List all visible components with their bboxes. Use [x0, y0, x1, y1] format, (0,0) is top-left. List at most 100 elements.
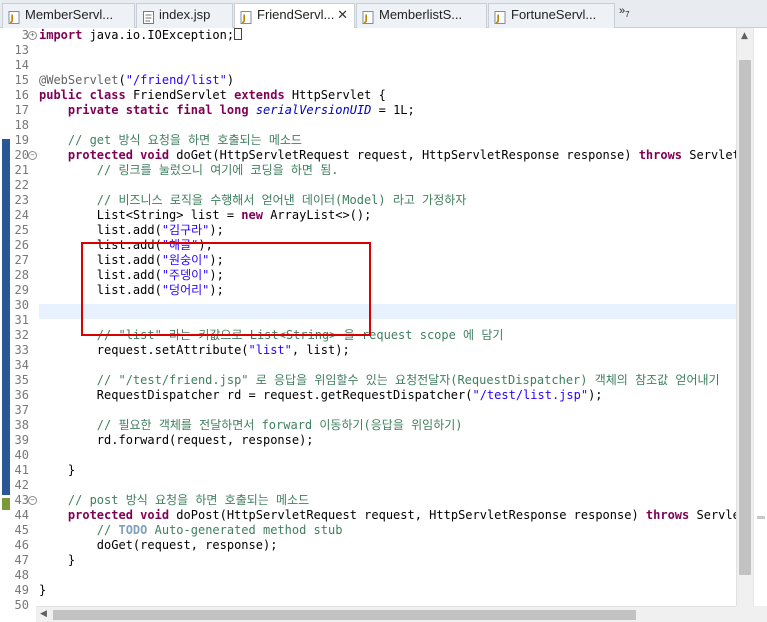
code-line[interactable]: import java.io.IOException;	[39, 28, 243, 43]
line-number: 37	[14, 403, 29, 417]
line-number: 49	[14, 583, 29, 597]
folded-imports-icon[interactable]	[234, 28, 243, 40]
line-number: 50	[14, 598, 29, 612]
code-editor[interactable]: 3 13 14 15 16 17 18 19 20 21 22 23 24 25 26 27 28 29 30 31 3…	[0, 28, 767, 622]
java-file-icon: J	[362, 9, 375, 24]
code-line[interactable]: // post 방식 요청을 하면 호출되는 메소드	[39, 493, 309, 508]
scrollbar-corner	[736, 606, 767, 622]
line-number: 48	[14, 568, 29, 582]
quick-diff-ruler	[0, 28, 11, 606]
line-number: 38	[14, 418, 29, 432]
code-line[interactable]: // 필요한 객체를 전달하면서 forward 이동하기(응답을 위임하기)	[39, 418, 463, 433]
tab-label: MemberServl...	[25, 7, 114, 22]
svg-text:J: J	[10, 14, 14, 24]
hidden-tab-count: 7	[625, 10, 630, 20]
line-number: 23	[14, 193, 29, 207]
line-number: 33	[14, 343, 29, 357]
jsp-file-icon	[142, 9, 155, 24]
line-number: 43	[14, 493, 29, 507]
more-tabs-button[interactable]: »7	[619, 5, 630, 19]
code-line[interactable]: private static final long serialVersionU…	[39, 103, 415, 118]
horizontal-scroll-thumb[interactable]	[53, 610, 636, 620]
code-line[interactable]: public class FriendServlet extends HttpS…	[39, 88, 386, 103]
vertical-scrollbar[interactable]: ▲	[736, 28, 753, 606]
line-number-ruler: 3 13 14 15 16 17 18 19 20 21 22 23 24 25 26 27 28 29 30 31 3…	[10, 28, 36, 612]
line-number: 27	[14, 253, 29, 267]
vertical-scroll-thumb[interactable]	[739, 60, 751, 575]
overview-ruler[interactable]	[753, 28, 767, 606]
tab-label: MemberlistS...	[379, 7, 463, 22]
line-number: 39	[14, 433, 29, 447]
code-line[interactable]: @WebServlet("/friend/list")	[39, 73, 234, 88]
line-number: 26	[14, 238, 29, 252]
line-number: 31	[14, 313, 29, 327]
line-number: 21	[14, 163, 29, 177]
code-line[interactable]: protected void doGet(HttpServletRequest …	[39, 148, 736, 163]
tab-memberservlet[interactable]: J MemberServl...	[2, 3, 135, 28]
code-line[interactable]: }	[39, 463, 75, 478]
collapse-fold-icon[interactable]: −	[28, 496, 37, 505]
tab-memberlistservlet[interactable]: J MemberlistS...	[356, 3, 487, 28]
code-line[interactable]: // TODO Auto-generated method stub	[39, 523, 343, 538]
java-file-icon: J	[494, 9, 507, 24]
line-number: 15	[14, 73, 29, 87]
close-tab-icon[interactable]: ✕	[337, 4, 348, 26]
svg-text:J: J	[496, 14, 500, 24]
line-number: 36	[14, 388, 29, 402]
tab-fortuneservlet[interactable]: J FortuneServl...	[488, 3, 615, 28]
line-number: 17	[14, 103, 29, 117]
line-number: 28	[14, 268, 29, 282]
editor-tab-bar: J MemberServl... index.jsp J FriendServl…	[0, 0, 767, 29]
code-line[interactable]: }	[39, 553, 75, 568]
scroll-left-arrow-icon[interactable]: ◀	[40, 609, 47, 619]
code-line[interactable]: // 링크를 눌렀으니 여기에 코딩을 하면 됨.	[39, 163, 339, 178]
line-number: 18	[14, 118, 29, 132]
tab-friendservlet[interactable]: J FriendServl... ✕	[234, 3, 355, 29]
code-line[interactable]: // "/test/friend.jsp" 로 응답을 위임할수 있는 요청전달…	[39, 373, 720, 388]
code-line[interactable]: list.add("김구라");	[39, 223, 224, 238]
annotation-highlight-box	[81, 242, 371, 336]
line-number: 44	[14, 508, 29, 522]
svg-text:J: J	[242, 14, 246, 24]
line-number: 46	[14, 538, 29, 552]
svg-text:J: J	[364, 14, 368, 24]
code-line[interactable]: rd.forward(request, response);	[39, 433, 314, 448]
scroll-up-arrow-icon[interactable]: ▲	[741, 31, 748, 41]
line-number: 42	[14, 478, 29, 492]
java-file-icon: J	[240, 9, 253, 24]
line-number: 20	[14, 148, 29, 162]
line-number: 45	[14, 523, 29, 537]
code-line[interactable]: // get 방식 요청을 하면 호출되는 메소드	[39, 133, 302, 148]
line-number: 19	[14, 133, 29, 147]
tab-label: FortuneServl...	[511, 7, 597, 22]
code-line[interactable]: doGet(request, response);	[39, 538, 278, 553]
line-number: 25	[14, 223, 29, 237]
collapse-fold-icon[interactable]: −	[28, 151, 37, 160]
line-number: 29	[14, 283, 29, 297]
line-number: 30	[14, 298, 29, 312]
code-line[interactable]: protected void doPost(HttpServletRequest…	[39, 508, 736, 523]
code-line[interactable]: // 비즈니스 로직을 수행해서 얻어낸 데이터(Model) 라고 가정하자	[39, 193, 467, 208]
line-number: 32	[14, 328, 29, 342]
code-line[interactable]: RequestDispatcher rd = request.getReques…	[39, 388, 603, 403]
line-number: 41	[14, 463, 29, 477]
java-file-icon: J	[8, 9, 21, 24]
line-number: 13	[14, 43, 29, 57]
expand-fold-icon[interactable]: +	[28, 31, 37, 40]
code-line[interactable]: }	[39, 583, 46, 598]
line-number: 14	[14, 58, 29, 72]
line-number: 40	[14, 448, 29, 462]
code-line[interactable]: request.setAttribute("list", list);	[39, 343, 350, 358]
tab-index-jsp[interactable]: index.jsp	[136, 3, 233, 28]
line-number: 35	[14, 373, 29, 387]
line-number: 34	[14, 358, 29, 372]
warning-marker[interactable]	[757, 516, 765, 519]
line-number: 24	[14, 208, 29, 222]
horizontal-scrollbar[interactable]: ◀	[36, 606, 736, 622]
code-line[interactable]: List<String> list = new ArrayList<>();	[39, 208, 372, 223]
line-number: 22	[14, 178, 29, 192]
tab-label: FriendServl...	[257, 7, 335, 22]
line-number: 16	[14, 88, 29, 102]
tab-label: index.jsp	[159, 7, 211, 22]
line-number: 47	[14, 553, 29, 567]
